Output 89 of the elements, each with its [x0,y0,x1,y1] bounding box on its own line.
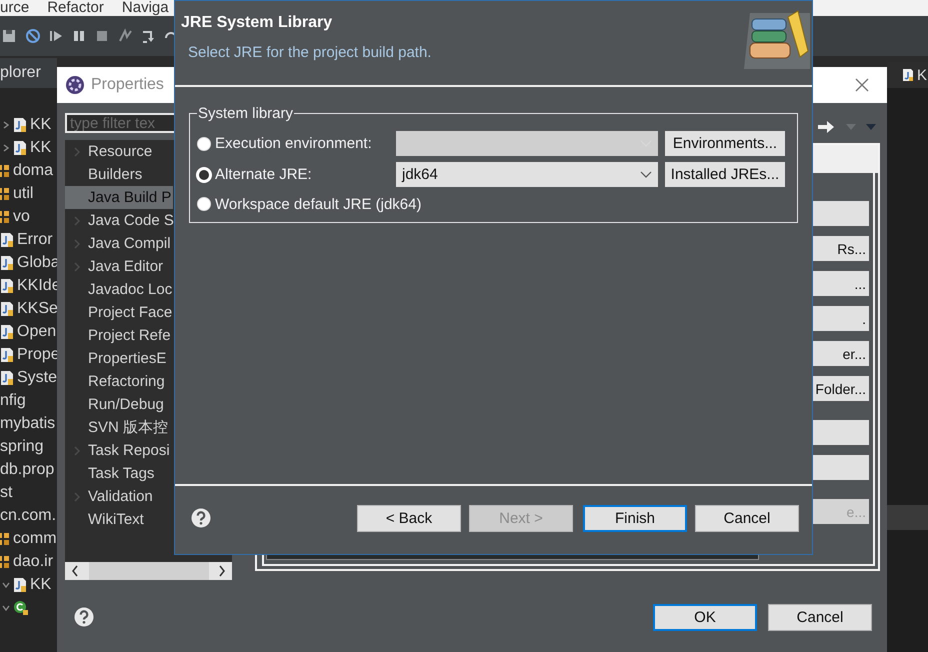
forward-arrow-icon [816,118,836,134]
tree-item[interactable]: Refactoring [65,370,167,393]
java-file-icon [0,346,14,362]
current-line-highlight [887,505,928,530]
help-icon [74,607,94,627]
menu-item[interactable]: Naviga [122,0,169,16]
tree-item[interactable]: util [13,184,34,202]
tree-item[interactable]: mybatis [0,414,56,432]
tree-item[interactable]: vo [13,208,30,226]
blocked-icon [25,28,41,44]
view-tab[interactable]: plorer [0,58,57,88]
java-file-icon [0,278,14,294]
java-file-icon [13,140,27,156]
wizard-title: JRE System Library [181,14,334,32]
chevron-down-icon [640,170,652,178]
wizard-button[interactable]: Cancel [695,504,799,532]
gear-icon [65,75,85,95]
option-label: Workspace default JRE (jdk64) [215,196,422,212]
tree-item[interactable]: st [0,484,12,502]
tree-item[interactable]: dao.ir [13,552,54,570]
tree-item[interactable]: Error [17,230,53,248]
tree-item[interactable]: comm [13,530,57,548]
tree-item[interactable]: Builders [65,163,144,186]
window-title: Properties [91,76,164,94]
tree-item[interactable]: KK [30,138,52,156]
tree-item[interactable]: cn.com. [0,506,56,524]
option-label: Alternate JRE: [215,166,313,183]
tree-item[interactable]: Java Compil [65,232,173,255]
tree-item[interactable]: Javadoc Loc [65,278,174,301]
tree-item[interactable]: Java Code S [65,209,176,232]
menu-item[interactable]: Refactor [47,0,104,16]
option-button[interactable]: Installed JREs... [665,162,785,187]
java-file-icon [0,254,14,270]
tree-item[interactable]: KK [30,576,52,594]
package-icon [0,530,10,546]
scroll-left-icon [71,565,79,577]
wizard-button[interactable]: Finish [583,504,687,532]
close-icon [855,78,869,92]
tree-item[interactable]: Java Build P [65,186,174,209]
java-file-icon [13,576,27,592]
tree-item[interactable]: Project Face [65,301,174,324]
wizard-button[interactable]: < Back [357,504,461,532]
cancel-button[interactable]: Cancel [768,604,872,630]
package-icon [0,186,10,202]
step-into-icon [140,28,156,44]
tree-item[interactable]: Project Refe [65,324,173,347]
stop-icon [94,28,110,44]
tree-item[interactable]: spring [0,438,44,456]
save-icon [2,28,18,44]
tree-item[interactable]: WikiText [65,508,146,531]
help-icon [191,508,211,528]
scroll-right-icon [218,565,226,577]
tree-item[interactable]: PropertiesE [65,347,168,370]
tree-item[interactable]: Task Reposi [65,439,172,462]
tree-item[interactable]: Syste [17,368,58,386]
class-icon [13,600,29,616]
wizard-description: Select JRE for the project build path. [187,44,432,61]
dropdown-caret-icon [846,124,856,130]
pause-icon [71,28,87,44]
menu-item[interactable]: urce [0,0,30,16]
radio-button[interactable] [197,197,211,211]
tree-item[interactable]: Java Editor [65,255,166,278]
menu-caret-icon [866,124,876,130]
java-file-icon [0,324,14,340]
tree-item[interactable]: nfig [0,392,26,410]
tree-item[interactable]: Open [17,322,56,340]
resume-icon [48,28,64,44]
tree-item[interactable]: Task Tags [65,462,156,485]
package-icon [0,554,10,570]
java-file-icon [13,116,27,132]
dropdown[interactable]: jdk64 [396,162,658,187]
package-icon [0,162,10,178]
horizontal-scrollbar[interactable] [65,562,232,580]
option-label: Execution environment: [215,135,373,152]
tree-item[interactable]: db.prop [0,460,54,478]
tree-item[interactable]: doma [13,162,54,180]
java-file-icon [902,68,914,82]
tab-label: K [917,66,928,84]
tree-item[interactable]: SVN 版本控 [65,416,170,439]
tree-item[interactable]: Validation [65,485,155,508]
tree-item[interactable]: KKSe [17,300,58,318]
java-file-icon [0,232,14,248]
java-file-icon [0,370,14,386]
ok-button[interactable]: OK [653,604,757,630]
package-icon [0,208,10,224]
tree-item[interactable]: Run/Debug [65,393,166,416]
tree-item[interactable]: Resource [65,140,154,163]
java-file-icon [0,300,14,316]
tree-item[interactable]: KK [30,116,52,134]
